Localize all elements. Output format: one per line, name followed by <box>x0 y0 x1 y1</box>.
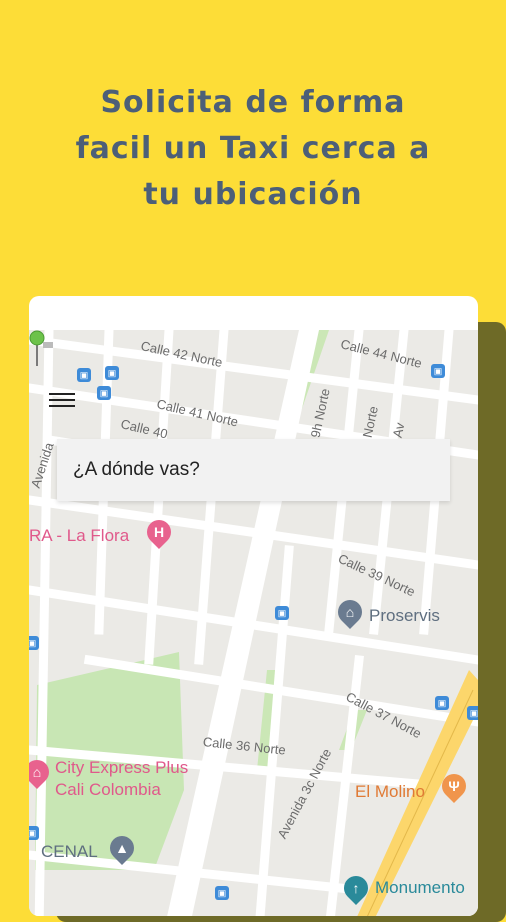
promo-headline: Solicita de forma facil un Taxi cerca a … <box>0 80 506 218</box>
street-label: Av <box>389 421 408 440</box>
search-placeholder: ¿A dónde vas? <box>73 459 200 480</box>
bus-stop-icon: ▣ <box>29 636 39 650</box>
map-view[interactable]: Calle 42 Norte Calle 44 Norte Calle 41 N… <box>29 330 478 916</box>
bus-stop-icon: ▣ <box>97 386 111 400</box>
restaurant-icon[interactable]: Ψ <box>437 769 471 803</box>
bus-stop-icon: ▣ <box>215 886 229 900</box>
headline-line-3: tu ubicación <box>143 177 363 212</box>
location-marker-icon[interactable] <box>29 330 57 370</box>
bus-stop-icon: ▣ <box>275 606 289 620</box>
school-icon[interactable]: ▲ <box>105 831 139 865</box>
place-label: CENAL <box>41 842 98 861</box>
bus-stop-icon: ▣ <box>431 364 445 378</box>
destination-search-input[interactable]: ¿A dónde vas? <box>57 439 450 501</box>
hospital-icon[interactable]: H <box>142 515 176 549</box>
place-label: Cali Colombia <box>55 780 161 799</box>
hamburger-menu-icon[interactable] <box>49 390 75 410</box>
phone-screen: Calle 42 Norte Calle 44 Norte Calle 41 N… <box>29 296 478 916</box>
headline-line-2: facil un Taxi cerca a <box>75 131 431 166</box>
place-label: Monumento <box>375 878 465 897</box>
bus-stop-icon: ▣ <box>467 706 478 720</box>
place-label: Proservis <box>369 606 440 625</box>
place-label: RA - La Flora <box>29 526 130 545</box>
bank-icon[interactable]: ⌂ <box>333 595 367 629</box>
bus-stop-icon: ▣ <box>77 368 91 382</box>
bus-stop-icon: ▣ <box>105 366 119 380</box>
place-label: El Molino <box>355 782 425 801</box>
headline-line-1: Solicita de forma <box>100 85 406 120</box>
bus-stop-icon: ▣ <box>29 826 39 840</box>
place-label: City Express Plus <box>55 758 189 777</box>
bus-stop-icon: ▣ <box>435 696 449 710</box>
